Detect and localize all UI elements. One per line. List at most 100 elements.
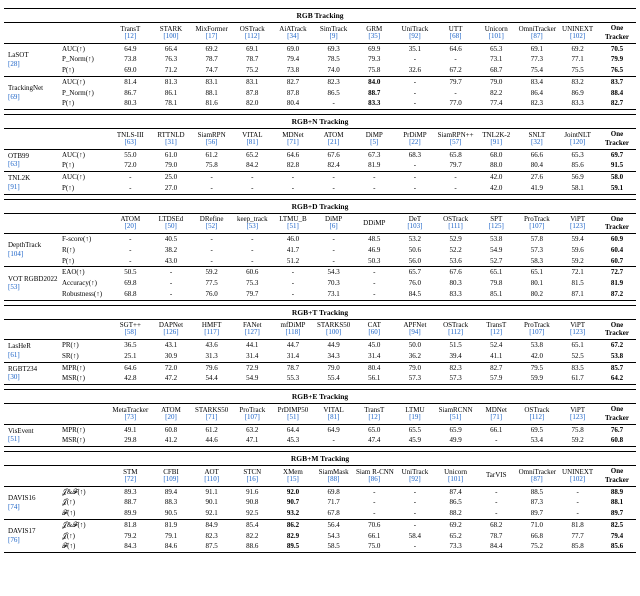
method-cite: [6] — [315, 223, 352, 230]
one-tracker-header: OneTracker — [598, 23, 636, 43]
value-cell: - — [395, 486, 436, 497]
method-cite: [17] — [193, 33, 230, 40]
value-cell: 67.2 — [435, 65, 476, 76]
value-cell: 42.8 — [110, 373, 151, 384]
value-cell: - — [354, 289, 395, 300]
value-cell: 43.0 — [151, 256, 192, 267]
method-header: TarVIS — [476, 466, 517, 486]
value-cell: - — [110, 234, 151, 245]
value-cell: - — [354, 508, 395, 519]
value-cell: 69.2 — [557, 43, 598, 54]
section: RGB+E TrackingMetaTracker[73]ATOM[20]STA… — [4, 389, 636, 447]
value-cell: 64.6 — [273, 149, 314, 160]
value-cell: 84.3 — [110, 541, 151, 552]
value-cell: 89.5 — [273, 541, 314, 552]
value-cell: 89.7 — [517, 508, 558, 519]
value-cell: - — [435, 54, 476, 65]
value-cell: 25.1 — [110, 351, 151, 362]
value-cell: 65.2 — [232, 149, 273, 160]
value-cell: 54.4 — [191, 373, 232, 384]
method-header: OmniTracker[87] — [517, 23, 558, 43]
one-tracker-value: 67.2 — [598, 340, 636, 351]
value-cell: 82.7 — [273, 76, 314, 87]
value-cell: 69.2 — [191, 43, 232, 54]
value-cell: 69.9 — [354, 43, 395, 54]
value-cell: 65.7 — [395, 267, 436, 278]
value-cell: - — [313, 256, 354, 267]
method-cite: [22] — [397, 139, 434, 146]
results-table: TransT[12]STARK[100]MixFormer[17]OSTrack… — [4, 23, 636, 110]
value-cell: 79.8 — [476, 278, 517, 289]
value-cell: 39.4 — [435, 351, 476, 362]
value-cell: 54.3 — [313, 267, 354, 278]
value-cell: 56.4 — [313, 519, 354, 530]
value-cell: 72.1 — [557, 267, 598, 278]
value-cell: 49.1 — [110, 424, 151, 435]
value-cell: 75.5 — [557, 65, 598, 76]
value-cell: 79.7 — [435, 76, 476, 87]
value-cell: 52.2 — [435, 245, 476, 256]
method-cite: [123] — [559, 223, 596, 230]
one-tracker-value: 79.9 — [598, 54, 636, 65]
value-cell: 57.8 — [517, 234, 558, 245]
value-cell: 88.1 — [191, 88, 232, 99]
value-cell: - — [354, 497, 395, 508]
value-cell: 81.9 — [354, 160, 395, 171]
value-cell: 87.1 — [557, 289, 598, 300]
value-cell: 88.7 — [354, 88, 395, 99]
section: RGB+D TrackingATOM[20]LTDSEd[50]DRefine[… — [4, 199, 636, 301]
method-cite: [5] — [356, 139, 393, 146]
value-cell: 73.1 — [476, 54, 517, 65]
value-cell: 46.0 — [273, 234, 314, 245]
value-cell: 42.0 — [476, 183, 517, 194]
value-cell: 42.0 — [476, 172, 517, 183]
method-header: APFNet[94] — [395, 320, 436, 340]
method-cite: [123] — [559, 329, 596, 336]
value-cell: 54.9 — [476, 245, 517, 256]
value-cell: 86.1 — [151, 88, 192, 99]
value-cell: 63.2 — [232, 424, 273, 435]
method-cite: [112] — [234, 33, 271, 40]
one-tracker-value: 53.8 — [598, 351, 636, 362]
metric-label: 𝓕(↑) — [60, 541, 110, 552]
method-header: ATOM[20] — [110, 214, 151, 234]
table-row: P(↑)-43.0--51.2-50.356.053.652.758.359.2… — [4, 256, 636, 267]
method-header: AOT[110] — [191, 466, 232, 486]
section: RGB TrackingTransT[12]STARK[100]MixForme… — [4, 8, 636, 110]
method-cite: [126] — [153, 329, 190, 336]
value-cell: 36.2 — [395, 351, 436, 362]
value-cell: - — [395, 88, 436, 99]
one-tracker-value: 64.2 — [598, 373, 636, 384]
value-cell: 51.2 — [273, 256, 314, 267]
method-header: UniTrack[92] — [395, 23, 436, 43]
method-cite: [91] — [478, 139, 515, 146]
value-cell: 81.8 — [557, 519, 598, 530]
table-row: VisEvent[51]MPR(↑)49.160.861.263.264.464… — [4, 424, 636, 435]
metric-label: P(↑) — [60, 65, 110, 76]
method-cite: [19] — [397, 414, 434, 421]
value-cell: 93.2 — [273, 508, 314, 519]
value-cell: 65.3 — [476, 43, 517, 54]
value-cell: - — [313, 98, 354, 109]
value-cell: 58.4 — [395, 531, 436, 542]
value-cell: 86.5 — [313, 88, 354, 99]
results-table: MetaTracker[73]ATOM[20]STARKS50[71]ProTr… — [4, 404, 636, 447]
value-cell: 75.0 — [354, 541, 395, 552]
one-tracker-value: 85.7 — [598, 362, 636, 373]
value-cell: 81.5 — [557, 278, 598, 289]
value-cell: 67.6 — [435, 267, 476, 278]
one-tracker-value: 88.1 — [598, 497, 636, 508]
table-row: Accuracy(↑)69.8-77.575.3-70.3-76.080.379… — [4, 278, 636, 289]
value-cell: - — [151, 278, 192, 289]
method-header: OSTrack[112] — [435, 320, 476, 340]
table-row: RGBT234[30]MPR(↑)64.672.079.672.978.779.… — [4, 362, 636, 373]
value-cell: 65.2 — [435, 531, 476, 542]
one-tracker-header: OneTracker — [598, 129, 636, 149]
value-cell: 88.6 — [232, 541, 273, 552]
value-cell: 73.8 — [110, 54, 151, 65]
method-header: mfDiMP[118] — [273, 320, 314, 340]
value-cell: - — [557, 508, 598, 519]
value-cell: 31.4 — [232, 351, 273, 362]
one-tracker-value: 79.4 — [598, 531, 636, 542]
table-row: 𝓕(↑)84.384.687.588.689.558.575.0-73.384.… — [4, 541, 636, 552]
